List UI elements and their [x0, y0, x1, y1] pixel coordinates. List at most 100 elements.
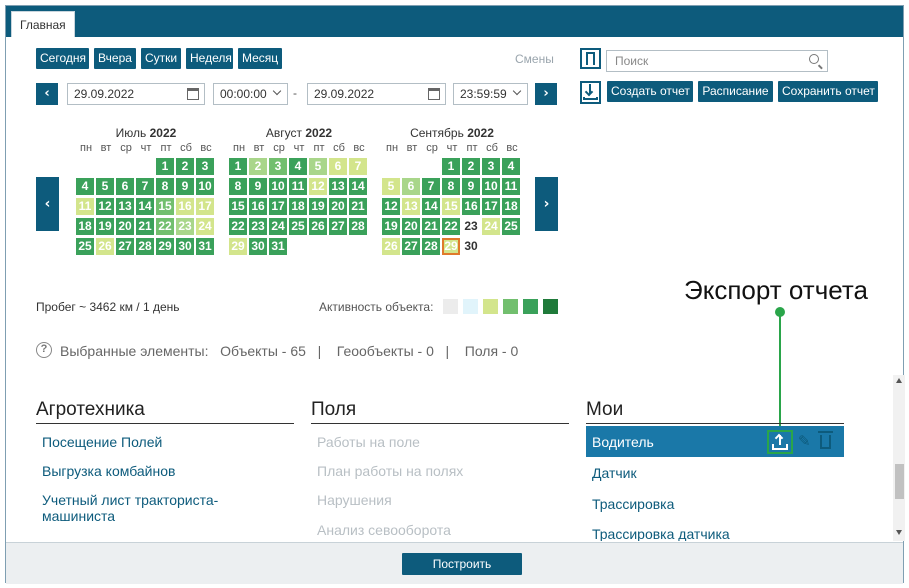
- calendar-day[interactable]: 29: [229, 238, 247, 255]
- report-link[interactable]: Трассировка датчика: [592, 526, 730, 541]
- calendar-day[interactable]: 5: [96, 178, 114, 195]
- calendar-day[interactable]: 26: [96, 238, 114, 255]
- calendar-day[interactable]: 22: [442, 218, 460, 235]
- calendar-day[interactable]: 30: [176, 238, 194, 255]
- time-from-select[interactable]: 00:00:00: [213, 83, 288, 105]
- calendar-day[interactable]: 16: [462, 198, 480, 215]
- tab-main[interactable]: Главная: [11, 11, 75, 37]
- calendar-day[interactable]: 11: [289, 178, 307, 195]
- search-input[interactable]: Поиск: [606, 50, 828, 72]
- calendar-day[interactable]: 25: [502, 218, 520, 235]
- calendar-day[interactable]: 6: [116, 178, 134, 195]
- calendar-day[interactable]: 17: [482, 198, 500, 215]
- calendar-day[interactable]: 24: [482, 218, 500, 235]
- calendar-next-button[interactable]: ›: [535, 177, 558, 231]
- shifts-label[interactable]: Смены: [515, 52, 554, 66]
- calendar-day[interactable]: 28: [349, 218, 367, 235]
- calendar-day[interactable]: 5: [309, 158, 327, 175]
- calendar-day[interactable]: 2: [176, 158, 194, 175]
- calendar-day[interactable]: 14: [422, 198, 440, 215]
- calendar-day[interactable]: 27: [402, 238, 420, 255]
- bookmark-icon[interactable]: [580, 48, 601, 69]
- date-from-field[interactable]: 29.09.2022: [67, 83, 205, 105]
- report-link[interactable]: Выгрузка комбайнов: [42, 463, 175, 479]
- calendar-day[interactable]: 22: [229, 218, 247, 235]
- calendar-day[interactable]: 30: [249, 238, 267, 255]
- calendar-day[interactable]: 25: [76, 238, 94, 255]
- report-link[interactable]: Учетный лист тракториста-машиниста: [42, 492, 262, 524]
- scroll-up-icon[interactable]: [896, 378, 902, 383]
- edit-icon[interactable]: ✎: [798, 432, 811, 450]
- calendar-day[interactable]: 3: [196, 158, 214, 175]
- scroll-down-icon[interactable]: [896, 530, 902, 535]
- calendar-day[interactable]: 26: [309, 218, 327, 235]
- calendar-day[interactable]: 25: [289, 218, 307, 235]
- calendar-day[interactable]: 28: [136, 238, 154, 255]
- calendar-day[interactable]: 7: [349, 158, 367, 175]
- calendar-day[interactable]: 18: [76, 218, 94, 235]
- calendar-day[interactable]: 31: [269, 238, 287, 255]
- selected-geoobjects[interactable]: Геообъекты - 0: [337, 343, 434, 359]
- next-period-button[interactable]: ›: [535, 83, 557, 105]
- calendar-day[interactable]: 16: [176, 198, 194, 215]
- calendar-day[interactable]: 7: [136, 178, 154, 195]
- calendar-day[interactable]: 27: [329, 218, 347, 235]
- calendar-day[interactable]: 9: [249, 178, 267, 195]
- selected-objects[interactable]: Объекты - 65: [220, 343, 306, 359]
- calendar-day[interactable]: 27: [116, 238, 134, 255]
- date-to-field[interactable]: 29.09.2022: [307, 83, 446, 105]
- calendar-day[interactable]: 1: [229, 158, 247, 175]
- search-icon[interactable]: [809, 54, 819, 64]
- calendar-day[interactable]: 12: [96, 198, 114, 215]
- calendar-day[interactable]: 23: [462, 218, 480, 235]
- calendar-day[interactable]: 21: [136, 218, 154, 235]
- calendar-day[interactable]: 28: [422, 238, 440, 255]
- prev-period-button[interactable]: ‹: [36, 83, 58, 105]
- calendar-day[interactable]: 20: [116, 218, 134, 235]
- calendar-day[interactable]: 10: [269, 178, 287, 195]
- calendar-day[interactable]: 1: [156, 158, 174, 175]
- calendar-day[interactable]: 30: [462, 238, 480, 255]
- export-icon[interactable]: [767, 430, 793, 454]
- help-icon[interactable]: ?: [36, 342, 52, 358]
- calendar-prev-button[interactable]: ‹: [36, 177, 59, 231]
- calendar-day[interactable]: 20: [329, 198, 347, 215]
- calendar-day[interactable]: 3: [269, 158, 287, 175]
- calendar-day[interactable]: 12: [309, 178, 327, 195]
- report-link-partial[interactable]: —: [42, 532, 56, 541]
- schedule-button[interactable]: Расписание: [698, 81, 773, 102]
- report-link[interactable]: Посещение Полей: [42, 434, 162, 450]
- calendar-day[interactable]: 13: [402, 198, 420, 215]
- calendar-day[interactable]: 23: [249, 218, 267, 235]
- selected-fields[interactable]: Поля - 0: [465, 343, 519, 359]
- calendar-day-selected[interactable]: 29: [442, 238, 460, 255]
- calendar-day[interactable]: 14: [136, 198, 154, 215]
- calendar-day[interactable]: 10: [196, 178, 214, 195]
- calendar-icon[interactable]: [187, 88, 199, 100]
- delete-icon[interactable]: [818, 431, 833, 449]
- calendar-day[interactable]: 5: [382, 178, 400, 195]
- calendar-day[interactable]: 11: [76, 198, 94, 215]
- report-link[interactable]: Трассировка: [592, 496, 674, 512]
- time-to-select[interactable]: 23:59:59: [453, 83, 528, 105]
- calendar-day[interactable]: 7: [422, 178, 440, 195]
- calendar-day[interactable]: 12: [382, 198, 400, 215]
- calendar-day[interactable]: 24: [196, 218, 214, 235]
- calendar-day[interactable]: 13: [329, 178, 347, 195]
- calendar-day[interactable]: 18: [289, 198, 307, 215]
- calendar-day[interactable]: 15: [156, 198, 174, 215]
- calendar-day[interactable]: 19: [382, 218, 400, 235]
- calendar-day[interactable]: 1: [442, 158, 460, 175]
- create-report-button[interactable]: Создать отчет: [607, 81, 693, 102]
- calendar-day[interactable]: 2: [462, 158, 480, 175]
- calendar-day[interactable]: 24: [269, 218, 287, 235]
- calendar-day[interactable]: 10: [482, 178, 500, 195]
- calendar-day[interactable]: 8: [156, 178, 174, 195]
- calendar-day[interactable]: 29: [156, 238, 174, 255]
- calendar-day[interactable]: 21: [349, 198, 367, 215]
- calendar-day[interactable]: 13: [116, 198, 134, 215]
- calendar-day[interactable]: 3: [482, 158, 500, 175]
- calendar-day[interactable]: 16: [249, 198, 267, 215]
- download-icon[interactable]: [580, 81, 601, 104]
- calendar-day[interactable]: 8: [442, 178, 460, 195]
